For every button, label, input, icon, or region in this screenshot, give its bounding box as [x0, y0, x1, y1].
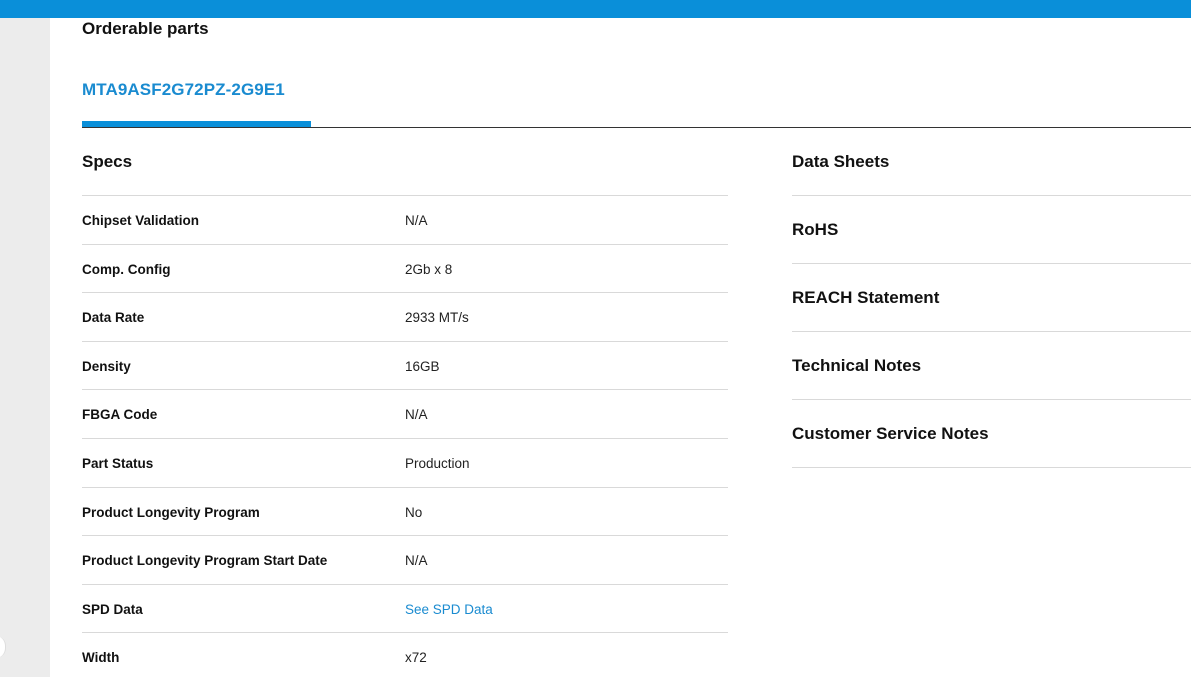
spec-row-density: Density 16GB: [82, 340, 728, 390]
spec-value: N/A: [405, 407, 428, 423]
doc-item-technical-notes[interactable]: Technical Notes: [792, 332, 1191, 400]
spec-label: Comp. Config: [82, 261, 171, 277]
spec-row-longevity-start-date: Product Longevity Program Start Date N/A: [82, 535, 728, 584]
specs-heading: Specs: [82, 152, 133, 171]
spec-label: FBGA Code: [82, 407, 158, 423]
spec-row-spd-data: SPD Data See SPD Data: [82, 583, 728, 633]
spec-label: Part Status: [82, 455, 154, 471]
doc-label: Customer Service Notes: [792, 424, 989, 443]
spec-value: x72: [405, 650, 427, 666]
section-title: Orderable parts: [82, 19, 209, 38]
doc-item-data-sheets[interactable]: Data Sheets: [792, 128, 1191, 196]
spec-row-product-longevity-program: Product Longevity Program No: [82, 486, 728, 536]
spec-value: 16GB: [405, 358, 440, 374]
doc-item-rohs[interactable]: RoHS: [792, 196, 1191, 264]
spec-row-fbga-code: FBGA Code N/A: [82, 389, 728, 438]
documents-list: Data Sheets RoHS REACH Statement Technic…: [792, 128, 1191, 468]
doc-item-customer-service-notes[interactable]: Customer Service Notes: [792, 400, 1191, 468]
tab-part-number[interactable]: MTA9ASF2G72PZ-2G9E1: [82, 80, 285, 100]
spec-label: Chipset Validation: [82, 213, 200, 228]
spec-row-comp-config: Comp. Config 2Gb x 8: [82, 243, 728, 293]
spec-label: Product Longevity Program Start Date: [82, 553, 328, 569]
specs-table: Chipset Validation N/A Comp. Config 2Gb …: [82, 195, 728, 681]
spec-label: SPD Data: [82, 601, 143, 617]
spec-label: Product Longevity Program: [82, 504, 260, 520]
doc-item-reach-statement[interactable]: REACH Statement: [792, 264, 1191, 332]
spec-value: 2Gb x 8: [405, 261, 453, 277]
spec-value: N/A: [405, 553, 428, 569]
spec-label: Width: [82, 650, 120, 666]
spec-value: No: [405, 504, 423, 520]
left-gutter: [0, 18, 50, 677]
spec-row-width: Width x72: [82, 632, 728, 681]
doc-label: RoHS: [792, 220, 839, 239]
spec-value: Production: [405, 455, 470, 471]
doc-label: REACH Statement: [792, 288, 940, 307]
top-accent-bar: [0, 0, 1191, 18]
spec-row-data-rate: Data Rate 2933 MT/s: [82, 292, 728, 341]
spec-row-chipset-validation: Chipset Validation N/A: [82, 195, 728, 244]
spec-label: Density: [82, 358, 131, 374]
spec-value: 2933 MT/s: [405, 310, 469, 326]
spec-label: Data Rate: [82, 310, 145, 326]
spec-row-part-status: Part Status Production: [82, 437, 728, 487]
doc-label: Technical Notes: [792, 356, 922, 375]
see-spd-data-link[interactable]: See SPD Data: [405, 602, 493, 617]
spec-value: N/A: [405, 213, 428, 228]
doc-label: Data Sheets: [792, 152, 890, 171]
